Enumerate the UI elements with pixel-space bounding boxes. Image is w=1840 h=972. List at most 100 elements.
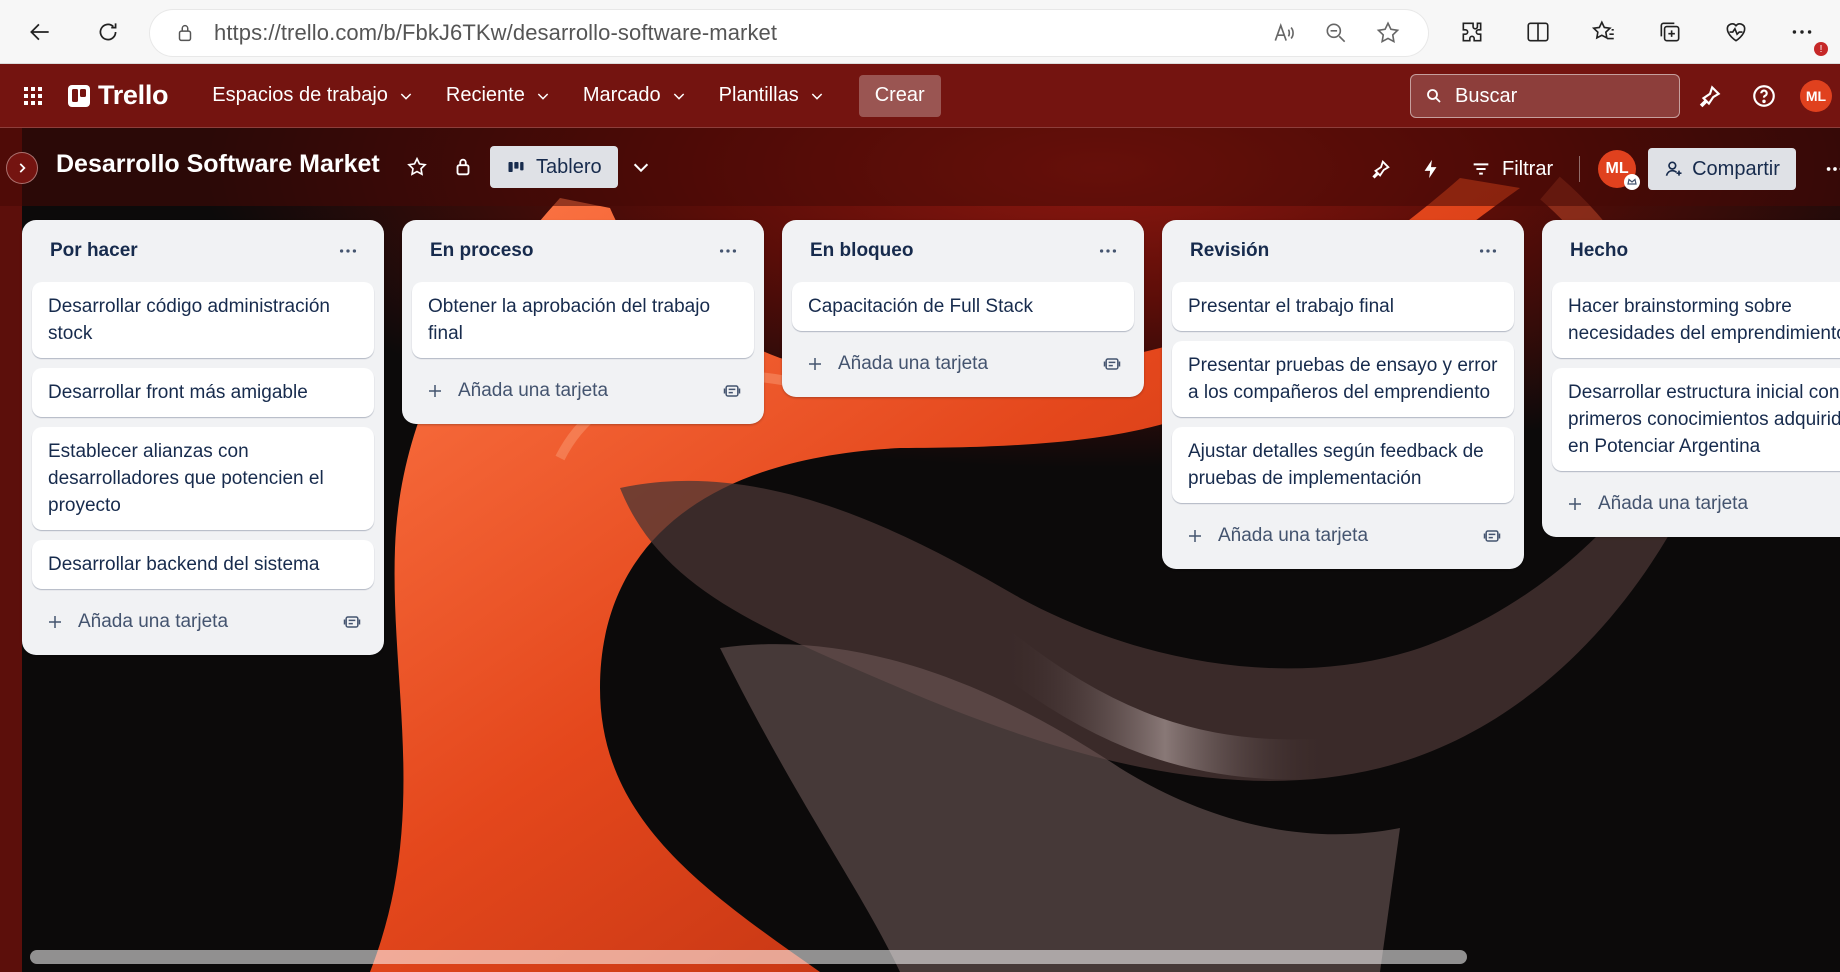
add-card-label: Añada una tarjeta — [458, 380, 609, 401]
card-template-icon[interactable] — [1482, 526, 1502, 546]
list-title[interactable]: Revisión — [1190, 240, 1269, 262]
add-card-label: Añada una tarjeta — [1218, 525, 1369, 546]
card-template-icon[interactable] — [1102, 354, 1122, 374]
card-template-icon[interactable] — [342, 612, 362, 632]
browser-toolbar: https://trello.com/b/FbkJ6TKw/desarrollo… — [0, 0, 1840, 64]
plus-icon — [809, 358, 821, 370]
nav-label: Marcado — [582, 84, 661, 106]
add-card-button[interactable]: Añada una tarjeta — [806, 353, 988, 375]
admin-badge-icon — [1624, 174, 1641, 190]
main-nav: Espacios de trabajo Reciente Marcado Pla… — [200, 76, 836, 116]
add-card-button[interactable]: Añada una tarjeta — [46, 611, 228, 633]
trello-logo[interactable]: Trello — [68, 80, 169, 111]
search-placeholder: Buscar — [1455, 84, 1518, 107]
share-button[interactable]: Compartir — [1648, 148, 1796, 190]
add-card-button[interactable]: Añada una tarjeta — [1186, 525, 1368, 547]
notifications-icon[interactable] — [1692, 78, 1728, 114]
favorites-icon[interactable] — [1584, 12, 1624, 52]
nav-workspaces[interactable]: Espacios de trabajo — [200, 76, 426, 116]
zoom-out-icon[interactable] — [1318, 15, 1354, 51]
chevron-down-icon — [811, 92, 822, 100]
automation-icon[interactable] — [1412, 150, 1450, 188]
collections-icon[interactable] — [1650, 12, 1690, 52]
add-card-button[interactable]: Añada una tarjeta — [426, 380, 608, 402]
read-aloud-icon[interactable] — [1266, 15, 1302, 51]
trello-header: Trello Espacios de trabajo Reciente Marc… — [0, 64, 1840, 128]
visibility-lock-icon[interactable] — [444, 148, 482, 186]
app-switcher-icon[interactable] — [18, 81, 48, 111]
add-card-button[interactable]: Añada una tarjeta — [1566, 493, 1748, 515]
browser-essentials-icon[interactable] — [1716, 12, 1756, 52]
power-ups-icon[interactable] — [1362, 150, 1400, 188]
board-view-icon — [508, 162, 524, 172]
list-menu-icon[interactable] — [712, 235, 744, 267]
nav-templates[interactable]: Plantillas — [707, 76, 837, 116]
nav-label: Plantillas — [718, 84, 799, 106]
list-menu-icon[interactable] — [1092, 235, 1124, 267]
board-lists: Por hacer Desarrollar código administrac… — [22, 220, 1840, 655]
refresh-icon[interactable] — [88, 12, 128, 52]
trello-logo-icon — [68, 84, 90, 107]
search-input[interactable]: Buscar — [1410, 74, 1680, 118]
back-icon[interactable] — [20, 12, 60, 52]
expand-sidebar-button[interactable] — [6, 152, 38, 184]
help-icon[interactable] — [1746, 78, 1782, 114]
list-title[interactable]: En proceso — [430, 240, 533, 262]
nav-recent[interactable]: Reciente — [434, 76, 563, 116]
card[interactable]: Desarrollar front más amigable — [32, 368, 374, 417]
list-menu-icon[interactable] — [332, 235, 364, 267]
filter-icon — [1473, 163, 1489, 175]
add-card-label: Añada una tarjeta — [1598, 493, 1749, 514]
chevron-down-icon — [537, 92, 549, 100]
list-en-bloqueo[interactable]: En bloqueo Capacitación de Full Stack Añ… — [782, 220, 1144, 397]
nav-starred[interactable]: Marcado — [571, 76, 699, 116]
board-menu-icon[interactable] — [1816, 150, 1840, 188]
card[interactable]: Hacer brainstorming sobre necesidades de… — [1552, 282, 1840, 358]
card[interactable]: Presentar pruebas de ensayo y error a lo… — [1172, 341, 1514, 417]
extensions-icon[interactable] — [1452, 12, 1492, 52]
nav-label: Reciente — [445, 84, 525, 106]
lock-icon — [178, 25, 192, 42]
url-text[interactable]: https://trello.com/b/FbkJ6TKw/desarrollo… — [214, 20, 1266, 46]
list-por-hacer[interactable]: Por hacer Desarrollar código administrac… — [22, 220, 384, 655]
create-button[interactable]: Crear — [858, 74, 941, 117]
list-hecho[interactable]: Hecho Hacer brainstorming sobre necesida… — [1542, 220, 1840, 537]
horizontal-scrollbar[interactable] — [30, 950, 1467, 964]
board-title[interactable]: Desarrollo Software Market — [56, 150, 380, 179]
list-title[interactable]: En bloqueo — [810, 240, 913, 262]
plus-icon — [49, 616, 61, 628]
list-en-proceso[interactable]: En proceso Obtener la aprobación del tra… — [402, 220, 764, 424]
user-avatar[interactable]: ML — [1800, 80, 1832, 112]
add-person-icon — [1665, 161, 1682, 176]
address-bar[interactable]: https://trello.com/b/FbkJ6TKw/desarrollo… — [150, 10, 1428, 56]
view-switcher-chevron-icon[interactable] — [622, 148, 660, 186]
plus-icon — [1189, 530, 1201, 542]
list-revision[interactable]: Revisión Presentar el trabajo final Pres… — [1162, 220, 1524, 569]
favorite-star-icon[interactable] — [1370, 15, 1406, 51]
filter-label: Filtrar — [1502, 157, 1554, 180]
nav-label: Espacios de trabajo — [212, 84, 388, 106]
card[interactable]: Desarrollar estructura inicial con prime… — [1552, 368, 1840, 471]
card[interactable]: Desarrollar backend del sistema — [32, 540, 374, 589]
list-title[interactable]: Hecho — [1570, 240, 1628, 262]
split-screen-icon[interactable] — [1518, 12, 1558, 52]
update-badge: ! — [1814, 42, 1828, 56]
list-title[interactable]: Por hacer — [50, 240, 138, 262]
filter-button[interactable]: Filtrar — [1462, 158, 1561, 181]
settings-more-icon[interactable]: ! — [1782, 12, 1828, 56]
chevron-down-icon — [673, 92, 684, 100]
card[interactable]: Capacitación de Full Stack — [792, 282, 1134, 331]
list-menu-icon[interactable] — [1472, 235, 1504, 267]
plus-icon — [429, 385, 441, 397]
card[interactable]: Establecer alianzas con desarrolladores … — [32, 427, 374, 530]
card-template-icon[interactable] — [722, 381, 742, 401]
search-icon — [1427, 89, 1441, 103]
card[interactable]: Presentar el trabajo final — [1172, 282, 1514, 331]
board-view-button[interactable]: Tablero — [490, 146, 618, 188]
card[interactable]: Ajustar detalles según feedback de prueb… — [1172, 427, 1514, 503]
card[interactable]: Obtener la aprobación del trabajo final — [412, 282, 754, 358]
card[interactable]: Desarrollar código administración stock — [32, 282, 374, 358]
star-board-icon[interactable] — [398, 148, 436, 186]
logo-text: Trello — [98, 80, 169, 110]
board-member[interactable]: ML — [1598, 150, 1641, 190]
